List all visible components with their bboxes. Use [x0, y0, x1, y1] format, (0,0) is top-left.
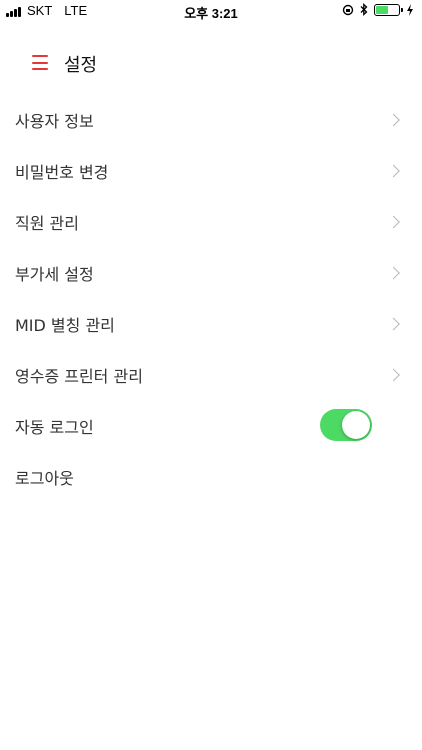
settings-item-vat-settings[interactable]: 부가세 설정: [0, 247, 422, 298]
settings-item-label: 영수증 프린터 관리: [15, 366, 143, 386]
settings-item-user-info[interactable]: 사용자 정보: [0, 94, 422, 145]
settings-item-label: 직원 관리: [15, 213, 79, 233]
hamburger-menu-icon[interactable]: [32, 55, 48, 70]
settings-item-label: 비밀번호 변경: [15, 162, 109, 182]
chevron-right-icon: [387, 266, 400, 279]
lock-rotation-icon: [342, 4, 354, 15]
header: 설정: [0, 40, 422, 88]
settings-item-label: MID 별칭 관리: [15, 315, 115, 335]
settings-item-label: 부가세 설정: [15, 264, 94, 284]
chevron-right-icon: [387, 113, 400, 126]
status-bar: SKT LTE 오후 3:21: [0, 0, 422, 22]
status-right: [342, 3, 414, 16]
auto-login-toggle[interactable]: [320, 409, 372, 441]
settings-item-auto-login: 자동 로그인: [0, 400, 422, 451]
page-title: 설정: [64, 55, 98, 76]
settings-item-logout[interactable]: 로그아웃: [0, 451, 422, 502]
battery-fill: [376, 5, 389, 14]
settings-list: 사용자 정보 비밀번호 변경 직원 관리 부가세 설정 MID 별칭 관리 영수…: [0, 94, 422, 502]
settings-item-label: 로그아웃: [15, 468, 74, 488]
settings-item-receipt-printer[interactable]: 영수증 프린터 관리: [0, 349, 422, 400]
toggle-knob: [342, 411, 370, 439]
charging-icon: [407, 3, 413, 16]
settings-item-mid-alias[interactable]: MID 별칭 관리: [0, 298, 422, 349]
settings-item-label: 자동 로그인: [15, 417, 94, 437]
settings-item-label: 사용자 정보: [15, 111, 94, 131]
settings-item-staff-management[interactable]: 직원 관리: [0, 196, 422, 247]
chevron-right-icon: [387, 164, 400, 177]
bluetooth-icon: [360, 3, 368, 16]
settings-item-change-password[interactable]: 비밀번호 변경: [0, 145, 422, 196]
battery-icon: [374, 3, 403, 16]
chevron-right-icon: [387, 215, 400, 228]
chevron-right-icon: [387, 368, 400, 381]
chevron-right-icon: [387, 317, 400, 330]
